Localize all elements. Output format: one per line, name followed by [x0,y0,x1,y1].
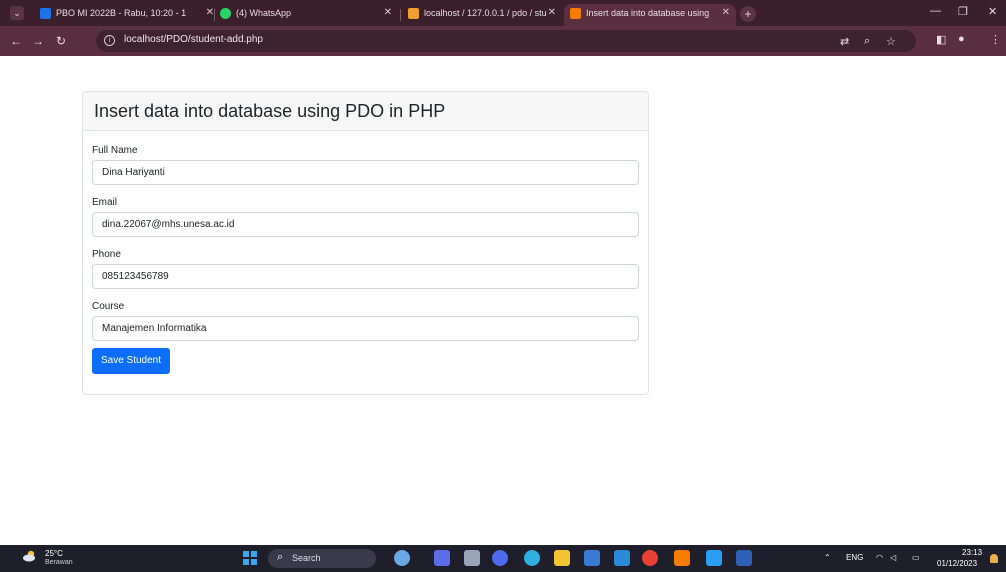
email-group: Email dina.22067@mhs.unesa.ac.id [92,196,639,237]
tab-pbo[interactable]: PBO MI 2022B - Rabu, 10:20 - 1 ✕ [34,4,220,26]
phone-label: Phone [92,249,121,260]
task-view-icon[interactable] [464,550,480,566]
wifi-icon[interactable]: ◠ [876,553,883,562]
search-icon: ⌕ [277,551,284,563]
classroom-icon [40,8,51,19]
xampp-taskbar-icon[interactable] [674,550,690,566]
close-icon[interactable]: ✕ [722,4,730,22]
tab-phpmyadmin[interactable]: localhost / 127.0.0.1 / pdo / stu ✕ [402,4,562,26]
notification-bell-icon[interactable] [990,554,998,563]
address-bar[interactable]: i localhost/PDO/student-add.php ⇄ ⌕ ☆ [96,30,916,52]
more-menu-icon[interactable]: ⋮ [990,33,1001,46]
profile-avatar-icon[interactable]: ● [958,33,965,45]
file-explorer-icon[interactable] [554,550,570,566]
new-tab-button[interactable]: + [740,6,756,22]
weather-description[interactable]: Berawan [45,559,73,566]
full-name-input[interactable]: Dina Hariyanti [92,160,639,185]
forward-icon[interactable]: → [32,33,44,49]
tab-insert-data[interactable]: Insert data into database using ✕ [564,4,736,26]
email-label: Email [92,197,118,208]
phpmyadmin-icon [408,8,419,19]
vscode-icon[interactable] [706,550,722,566]
tab-title: PBO MI 2022B - Rabu, 10:20 - 1 [56,8,187,18]
side-panel-icon[interactable]: ◧ [936,33,946,46]
mail-icon[interactable] [614,550,630,566]
student-form-card: Insert data into database using PDO in P… [82,91,649,395]
volume-icon[interactable]: ◁ [890,553,896,562]
whatsapp-icon [220,8,231,19]
tab-divider [400,9,401,21]
course-input[interactable]: Manajemen Informatika [92,316,639,341]
site-info-icon[interactable]: i [104,35,115,46]
minimize-icon[interactable]: — [930,5,941,17]
clock-date[interactable]: 01/12/2023 [937,559,977,568]
browser-toolbar: ← → ↻ i localhost/PDO/student-add.php ⇄ … [0,26,1006,56]
taskbar-search[interactable]: ⌕ Search [268,549,376,568]
page-title: Insert data into database using PDO in P… [94,101,446,121]
url-text: localhost/PDO/student-add.php [124,34,263,45]
tray-chevron-icon[interactable]: ⌃ [824,553,831,562]
close-icon[interactable]: ✕ [548,4,556,22]
close-icon[interactable]: ✕ [206,4,214,22]
phone-input[interactable]: 085123456789 [92,264,639,289]
word-icon[interactable] [736,550,752,566]
meet-chat-icon[interactable] [492,550,508,566]
save-student-button[interactable]: Save Student [92,348,170,374]
translate-icon[interactable]: ⇄ [840,35,849,48]
close-icon[interactable]: ✕ [384,4,392,22]
windows-taskbar: 25°C Berawan ⌕ Search ⌃ ENG ◠ ◁ ▭ 23:13 … [0,545,1006,572]
browser-tab-strip: ⌄ PBO MI 2022B - Rabu, 10:20 - 1 ✕ (4) W… [0,0,1006,26]
tab-title: localhost / 127.0.0.1 / pdo / stu [424,8,547,18]
clock-time[interactable]: 23:13 [962,548,982,557]
tab-search-button[interactable]: ⌄ [10,6,24,20]
zoom-icon[interactable]: ⌕ [864,35,870,48]
course-group: Course Manajemen Informatika [92,300,639,341]
tab-title: (4) WhatsApp [236,8,292,18]
weather-temperature[interactable]: 25°C [45,549,63,558]
windows-start-icon[interactable] [243,551,257,565]
restore-icon[interactable]: ❐ [958,5,968,18]
edge-icon[interactable] [524,550,540,566]
widgets-icon[interactable] [394,550,410,566]
language-indicator[interactable]: ENG [846,553,863,562]
bookmark-star-icon[interactable]: ☆ [886,35,896,48]
weather-cloud-icon[interactable] [22,550,38,562]
back-icon[interactable]: ← [10,33,22,49]
full-name-label: Full Name [92,145,138,156]
xampp-icon [570,8,581,19]
tab-title: Insert data into database using [586,8,710,18]
battery-icon[interactable]: ▭ [912,553,920,562]
chrome-icon[interactable] [642,550,658,566]
teams-icon[interactable] [434,550,450,566]
microsoft-store-icon[interactable] [584,550,600,566]
search-label: Search [292,553,321,563]
email-input[interactable]: dina.22067@mhs.unesa.ac.id [92,212,639,237]
card-header: Insert data into database using PDO in P… [83,92,648,131]
reload-icon[interactable]: ↻ [56,33,66,49]
close-window-icon[interactable]: ✕ [988,5,997,18]
tab-whatsapp[interactable]: (4) WhatsApp ✕ [214,4,398,26]
full-name-group: Full Name Dina Hariyanti [92,144,639,185]
phone-group: Phone 085123456789 [92,248,639,289]
course-label: Course [92,301,125,312]
